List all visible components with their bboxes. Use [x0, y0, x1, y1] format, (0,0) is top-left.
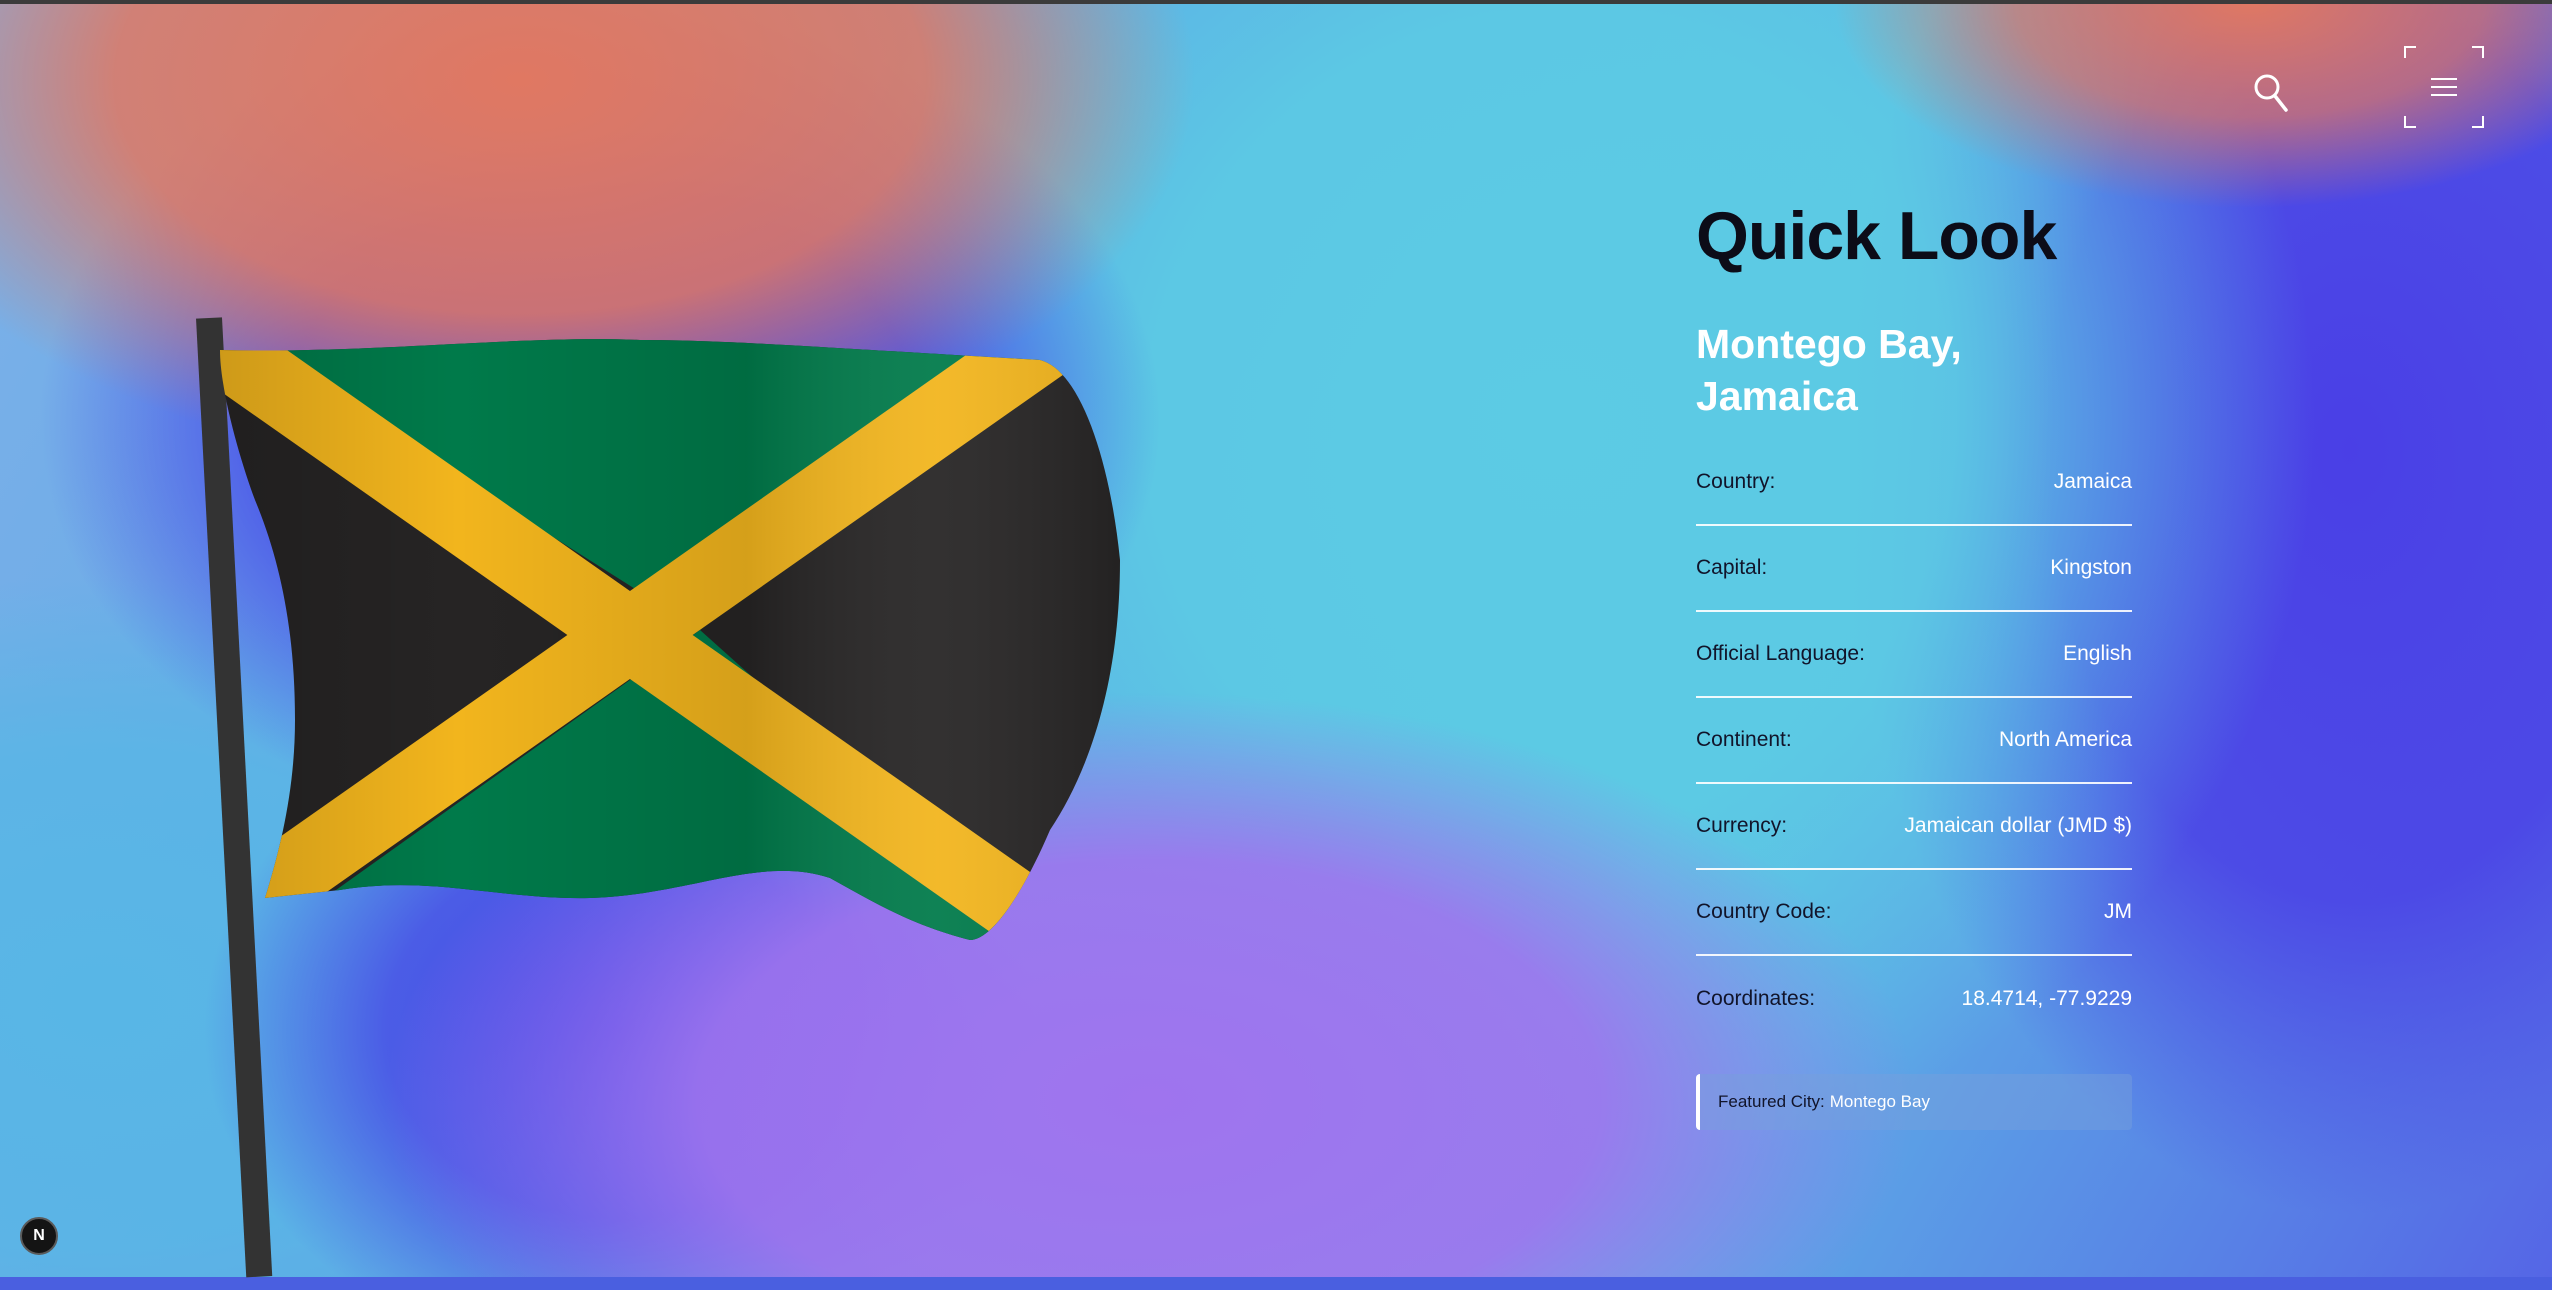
- info-row-continent: Continent: North America: [1696, 698, 2132, 784]
- info-value: JM: [2104, 900, 2132, 923]
- info-label: Coordinates:: [1696, 987, 1816, 1010]
- info-row-country-code: Country Code: JM: [1696, 870, 2132, 956]
- window-top-border: [0, 0, 2552, 4]
- menu-button[interactable]: [2404, 46, 2484, 128]
- info-value: North America: [1998, 728, 2132, 751]
- info-row-country: Country: Jamaica: [1696, 440, 2132, 526]
- hamburger-menu-icon: [2431, 78, 2457, 96]
- featured-city-callout: Featured City: Montego Bay: [1696, 1074, 2132, 1130]
- quick-look-panel: Quick Look Montego Bay, Jamaica Country:…: [1696, 196, 2132, 1130]
- info-row-capital: Capital: Kingston: [1696, 526, 2132, 612]
- info-label: Continent:: [1696, 728, 1792, 751]
- badge-letter: N: [33, 1227, 45, 1244]
- page-title: Quick Look: [1696, 198, 2057, 274]
- info-label: Official Language:: [1696, 642, 1865, 665]
- info-value: Jamaica: [2053, 470, 2132, 493]
- dev-tools-badge[interactable]: N: [20, 1217, 58, 1255]
- info-value: Kingston: [2050, 556, 2132, 579]
- jamaica-flag: [196, 317, 1120, 1278]
- featured-city-value: Montego Bay: [1829, 1092, 1930, 1111]
- info-value: 18.4714, -77.9229: [1961, 987, 2132, 1010]
- search-button[interactable]: [2248, 70, 2294, 116]
- info-row-coordinates: Coordinates: 18.4714, -77.9229: [1696, 956, 2132, 1042]
- info-label: Currency:: [1696, 814, 1788, 837]
- info-label: Country:: [1696, 470, 1776, 493]
- info-label: Country Code:: [1696, 900, 1832, 923]
- info-label: Capital:: [1696, 556, 1768, 579]
- search-icon: [2254, 74, 2288, 112]
- info-value: Jamaican dollar (JMD $): [1904, 814, 2132, 837]
- info-row-currency: Currency: Jamaican dollar (JMD $): [1696, 784, 2132, 870]
- featured-city-label: Featured City:: [1718, 1092, 1825, 1111]
- info-row-language: Official Language: English: [1696, 612, 2132, 698]
- info-value: English: [2063, 642, 2132, 665]
- location-title: Montego Bay, Jamaica: [1696, 321, 1962, 419]
